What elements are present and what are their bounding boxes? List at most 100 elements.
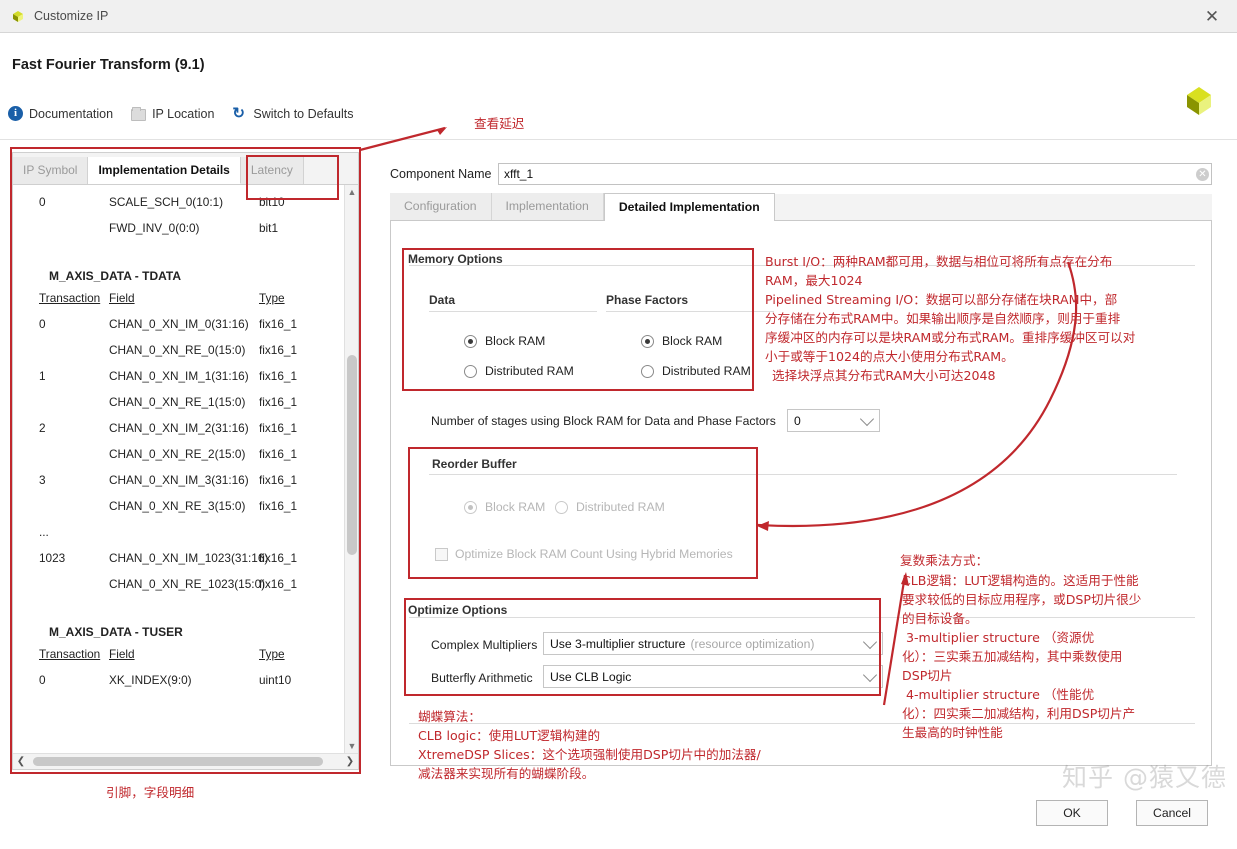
documentation-label: Documentation [29,107,113,121]
cell-transaction: 0 [13,317,109,331]
stages-value: 0 [794,414,801,428]
optimize-hybrid-memories-checkbox[interactable] [435,548,448,561]
window-title: Customize IP [34,9,108,23]
cell-field: FWD_INV_0(0:0) [109,221,259,235]
clear-circle-icon[interactable]: ✕ [1196,168,1209,181]
phase-block-ram-label: Block RAM [662,334,722,348]
left-vertical-scrollbar[interactable]: ▲ ▼ [344,185,358,753]
cell-field: SCALE_SCH_0(10:1) [109,195,259,209]
tab-configuration[interactable]: Configuration [390,193,492,220]
cell-transaction: 1 [13,369,109,383]
butterfly-arithmetic-combobox[interactable]: Use CLB Logic [543,665,883,688]
table-row: 0XK_INDEX(9:0)uint10 [13,667,344,693]
table-row: 0CHAN_0_XN_IM_0(31:16)fix16_1 [13,311,344,337]
butterfly-arithmetic-value: Use CLB Logic [550,670,631,684]
data-block-ram-label: Block RAM [485,334,545,348]
phase-block-ram-radio[interactable] [641,335,654,348]
ok-button[interactable]: OK [1036,800,1108,826]
tab-ip-symbol[interactable]: IP Symbol [13,157,88,184]
cell-field: XK_INDEX(9:0) [109,673,259,687]
scroll-left-icon[interactable]: ❮ [13,754,29,769]
complex-multipliers-combobox[interactable]: Use 3-multiplier structure (resource opt… [543,632,883,655]
cell-type: fix16_1 [259,317,329,331]
ip-location-label: IP Location [152,107,214,121]
cell-type: fix16_1 [259,577,329,591]
tab-latency[interactable]: Latency [241,157,304,184]
cell-type: fix16_1 [259,551,329,565]
table-header-row: Transaction Field Type [13,641,344,667]
info-icon: i [8,106,23,121]
implementation-details-panel: IP Symbol Implementation Details Latency… [12,152,359,770]
table-row: CHAN_0_XN_RE_1(15:0)fix16_1 [13,389,344,415]
cell-type: fix16_1 [259,499,329,513]
cell-field: CHAN_0_XN_RE_3(15:0) [109,499,259,513]
data-heading: Data [429,293,455,307]
section-title-tdata: M_AXIS_DATA - TDATA [13,255,344,285]
tab-detailed-implementation[interactable]: Detailed Implementation [604,193,775,221]
right-panel-tabs: Configuration Implementation Detailed Im… [390,194,1212,221]
cell-type: fix16_1 [259,447,329,461]
table-row: FWD_INV_0(0:0) bit1 [13,215,344,241]
tab-implementation-details[interactable]: Implementation Details [88,157,240,184]
switch-to-defaults-button[interactable]: ↻ Switch to Defaults [232,106,353,121]
cell-field: CHAN_0_XN_IM_1023(31:16) [109,551,259,565]
header-field: Field [109,291,259,305]
table-row: CHAN_0_XN_RE_1023(15:0)fix16_1 [13,571,344,597]
stages-combobox[interactable]: 0 [787,409,880,432]
table-row: ... [13,519,344,545]
cell-field: CHAN_0_XN_RE_1023(15:0) [109,577,259,591]
phase-distributed-ram-radio[interactable] [641,365,654,378]
documentation-button[interactable]: i Documentation [8,106,113,121]
header-transaction: Transaction [13,647,109,661]
vivado-logo-icon [1181,83,1217,119]
close-icon[interactable]: ✕ [1195,0,1229,33]
tab-implementation[interactable]: Implementation [492,193,604,220]
reorder-buffer-divider [429,474,1177,475]
phase-distributed-ram-label: Distributed RAM [662,364,751,378]
cancel-button[interactable]: Cancel [1136,800,1208,826]
header-field: Field [109,647,259,661]
left-panel-annotation-text: 引脚，字段明细 [106,783,194,802]
ip-location-button[interactable]: IP Location [131,107,214,121]
reorder-distributed-ram-radio[interactable] [555,501,568,514]
butterfly-arithmetic-label: Butterfly Arithmetic [431,671,533,685]
reorder-block-ram-radio[interactable] [464,501,477,514]
cell-field: CHAN_0_XN_IM_3(31:16) [109,473,259,487]
left-horizontal-scrollbar[interactable]: ❮ ❯ [13,753,358,769]
tuser-rows: 0XK_INDEX(9:0)uint10 [13,667,344,693]
app-logo-icon [10,8,26,24]
data-block-ram-radio[interactable] [464,335,477,348]
reorder-distributed-ram-label: Distributed RAM [576,500,665,514]
scroll-up-icon[interactable]: ▲ [345,185,358,199]
memory-annotation-text-2: 选择块浮点其分布式RAM大小可达2048 [772,366,996,385]
cell-transaction: 0 [13,195,109,209]
header-transaction: Transaction [13,291,109,305]
cell-type: fix16_1 [259,421,329,435]
scroll-down-icon[interactable]: ▼ [345,739,358,753]
reorder-buffer-title: Reorder Buffer [429,457,520,471]
component-name-input[interactable] [498,163,1212,185]
chevron-down-icon [860,412,874,426]
table-row: 1023CHAN_0_XN_IM_1023(31:16)fix16_1 [13,545,344,571]
table-row: 2CHAN_0_XN_IM_2(31:16)fix16_1 [13,415,344,441]
cell-type: fix16_1 [259,369,329,383]
latency-annotation-text: 查看延迟 [474,114,524,133]
butterfly-annotation-text: 蝴蝶算法： CLB logic：使用LUT逻辑构建的 XtremeDSP Sli… [418,707,761,783]
scrollbar-thumb[interactable] [347,355,357,555]
left-panel-tabs: IP Symbol Implementation Details Latency [13,153,358,185]
scroll-right-icon[interactable]: ❯ [342,754,358,769]
complex-multipliers-value-note: (resource optimization) [690,637,814,651]
stages-label: Number of stages using Block RAM for Dat… [431,414,776,428]
memory-options-title: Memory Options [405,252,506,266]
scrollbar-thumb[interactable] [33,757,323,766]
phase-factors-heading: Phase Factors [606,293,688,307]
data-distributed-ram-radio[interactable] [464,365,477,378]
page-title: Fast Fourier Transform (9.1) [12,57,205,73]
title-bar: Customize IP ✕ [0,0,1237,33]
folder-icon [131,109,146,121]
cell-type: fix16_1 [259,473,329,487]
left-panel-content: 0 SCALE_SCH_0(10:1) bit10 FWD_INV_0(0:0)… [13,185,344,753]
row-spacer [13,597,344,611]
row-spacer [13,241,344,255]
table-row: 1CHAN_0_XN_IM_1(31:16)fix16_1 [13,363,344,389]
